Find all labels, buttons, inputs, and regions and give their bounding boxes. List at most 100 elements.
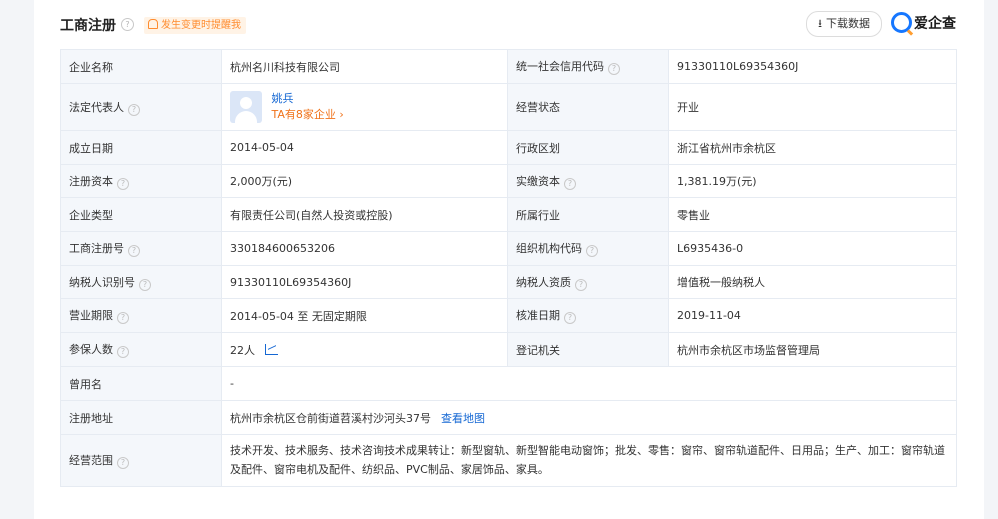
legal-rep-info: 姚兵 TA有8家企业 › [272, 91, 344, 123]
value-business-scope: 技术开发、技术服务、技术咨询技术成果转让：新型窗轨、新型智能电动窗饰；批发、零售… [221, 434, 957, 487]
bell-icon [148, 19, 158, 29]
table-row: 营业期限? 2014-05-04 至 无固定期限 核准日期? 2019-11-0… [60, 298, 957, 333]
value-registered-address: 杭州市余杭区仓前街道苕溪村沙河头37号 查看地图 [221, 400, 957, 435]
table-row: 企业类型 有限责任公司(自然人投资或控股) 所属行业 零售业 [60, 197, 957, 232]
label-org-code: 组织机构代码? [507, 231, 669, 266]
label-credit-code: 统一社会信用代码? [507, 49, 669, 84]
table-row: 经营范围? 技术开发、技术服务、技术咨询技术成果转让：新型窗轨、新型智能电动窗饰… [60, 434, 957, 487]
table-row: 企业名称 杭州名川科技有限公司 统一社会信用代码? 91330110L69354… [60, 49, 957, 84]
trend-chart-icon[interactable] [265, 343, 278, 355]
question-circle-icon[interactable]: ? [608, 63, 620, 75]
label-business-scope: 经营范围? [60, 434, 222, 487]
change-notice-button[interactable]: 发生变更时提醒我 [144, 17, 246, 34]
label-business-term: 营业期限? [60, 298, 222, 333]
question-circle-icon[interactable]: ? [117, 346, 129, 358]
business-registration-card: 工商注册 ? 发生变更时提醒我 ⭳ 下载数据 爱企查 企业名称 杭州名川科技有限公… [34, 0, 984, 519]
label-insured-count: 参保人数? [60, 332, 222, 367]
value-reg-number: 330184600653206 [221, 231, 508, 266]
label-text: 核准日期 [516, 309, 560, 322]
label-text: 组织机构代码 [516, 242, 582, 255]
value-admin-region: 浙江省杭州市余杭区 [668, 130, 957, 165]
value-company-name: 杭州名川科技有限公司 [221, 49, 508, 84]
label-founded-date: 成立日期 [60, 130, 222, 165]
value-taxpayer-qualification: 增值税一般纳税人 [668, 265, 957, 299]
table-row: 曾用名 - [60, 366, 957, 401]
question-circle-icon[interactable]: ? [564, 312, 576, 324]
question-circle-icon[interactable]: ? [128, 245, 140, 257]
value-founded-date: 2014-05-04 [221, 130, 508, 165]
label-industry: 所属行业 [507, 197, 669, 232]
value-credit-code: 91330110L69354360J [668, 49, 957, 84]
download-data-button[interactable]: ⭳ 下载数据 [806, 11, 882, 37]
label-taxpayer-qualification: 纳税人资质? [507, 265, 669, 299]
table-row: 工商注册号? 330184600653206 组织机构代码? L6935436-… [60, 231, 957, 266]
label-former-name: 曾用名 [60, 366, 222, 401]
label-text: 统一社会信用代码 [516, 60, 604, 73]
value-org-code: L6935436-0 [668, 231, 957, 266]
label-text: 纳税人资质 [516, 275, 571, 289]
question-circle-icon[interactable]: ? [121, 18, 134, 31]
label-text: 工商注册号 [69, 242, 124, 255]
table-row: 注册资本? 2,000万(元) 实缴资本? 1,381.19万(元) [60, 164, 957, 198]
value-insured-count: 22人 [221, 332, 508, 367]
value-legal-rep: 姚兵 TA有8家企业 › [221, 83, 508, 131]
question-circle-icon[interactable]: ? [117, 457, 129, 469]
label-taxpayer-id: 纳税人识别号? [60, 265, 222, 299]
value-business-status: 开业 [668, 83, 957, 131]
label-paid-capital: 实缴资本? [507, 164, 669, 198]
value-approval-date: 2019-11-04 [668, 298, 957, 333]
logo-text: 爱企查 [914, 16, 956, 32]
legal-rep-name-link[interactable]: 姚兵 [272, 92, 294, 105]
aiqicha-logo[interactable]: 爱企查 [891, 12, 956, 34]
section-title: 工商注册 [60, 18, 116, 34]
value-industry: 零售业 [668, 197, 957, 232]
table-row: 纳税人识别号? 91330110L69354360J 纳税人资质? 增值税一般纳… [60, 265, 957, 299]
label-registered-address: 注册地址 [60, 400, 222, 435]
rep-companies-link[interactable]: TA有8家企业 › [272, 108, 344, 121]
label-text: 实缴资本 [516, 174, 560, 188]
aiqicha-logo-icon [891, 12, 912, 33]
label-registered-capital: 注册资本? [60, 164, 222, 198]
value-paid-capital: 1,381.19万(元) [668, 164, 957, 198]
table-row: 参保人数? 22人 登记机关 杭州市余杭区市场监督管理局 [60, 332, 957, 367]
question-circle-icon[interactable]: ? [139, 278, 151, 291]
table-row: 法定代表人? 姚兵 TA有8家企业 › 经营状态 开业 [60, 83, 957, 131]
question-circle-icon[interactable]: ? [575, 278, 587, 291]
question-circle-icon[interactable]: ? [586, 245, 598, 257]
label-admin-region: 行政区划 [507, 130, 669, 165]
download-label: 下载数据 [826, 17, 870, 30]
label-text: 经营范围 [69, 454, 113, 467]
value-company-type: 有限责任公司(自然人投资或控股) [221, 197, 508, 232]
section-header: 工商注册 ? 发生变更时提醒我 ⭳ 下载数据 爱企查 [60, 10, 956, 40]
question-circle-icon[interactable]: ? [117, 312, 129, 324]
question-circle-icon[interactable]: ? [128, 103, 140, 116]
label-text: 法定代表人 [69, 100, 124, 114]
table-row: 成立日期 2014-05-04 行政区划 浙江省杭州市余杭区 [60, 130, 957, 165]
address-text: 杭州市余杭区仓前街道苕溪村沙河头37号 [230, 411, 431, 425]
label-text: 纳税人识别号 [69, 275, 135, 289]
notice-label: 发生变更时提醒我 [161, 20, 241, 31]
value-registration-authority: 杭州市余杭区市场监督管理局 [668, 332, 957, 367]
value-former-name: - [221, 366, 957, 401]
label-company-name: 企业名称 [60, 49, 222, 84]
label-legal-rep: 法定代表人? [60, 83, 222, 131]
value-business-term: 2014-05-04 至 无固定期限 [221, 298, 508, 333]
insured-count-text: 22人 [230, 343, 255, 357]
label-text: 营业期限 [69, 309, 113, 322]
table-row: 注册地址 杭州市余杭区仓前街道苕溪村沙河头37号 查看地图 [60, 400, 957, 435]
label-reg-number: 工商注册号? [60, 231, 222, 266]
label-business-status: 经营状态 [507, 83, 669, 131]
value-registered-capital: 2,000万(元) [221, 164, 508, 198]
label-company-type: 企业类型 [60, 197, 222, 232]
value-taxpayer-id: 91330110L69354360J [221, 265, 508, 299]
label-text: 注册资本 [69, 174, 113, 188]
label-approval-date: 核准日期? [507, 298, 669, 333]
label-registration-authority: 登记机关 [507, 332, 669, 367]
registration-info-table: 企业名称 杭州名川科技有限公司 统一社会信用代码? 91330110L69354… [60, 49, 957, 487]
question-circle-icon[interactable]: ? [117, 177, 129, 190]
download-arrow-icon: ⭳ [818, 17, 822, 30]
view-map-link[interactable]: 查看地图 [441, 412, 485, 425]
label-text: 参保人数 [69, 343, 113, 356]
avatar[interactable] [230, 91, 262, 123]
question-circle-icon[interactable]: ? [564, 177, 576, 190]
